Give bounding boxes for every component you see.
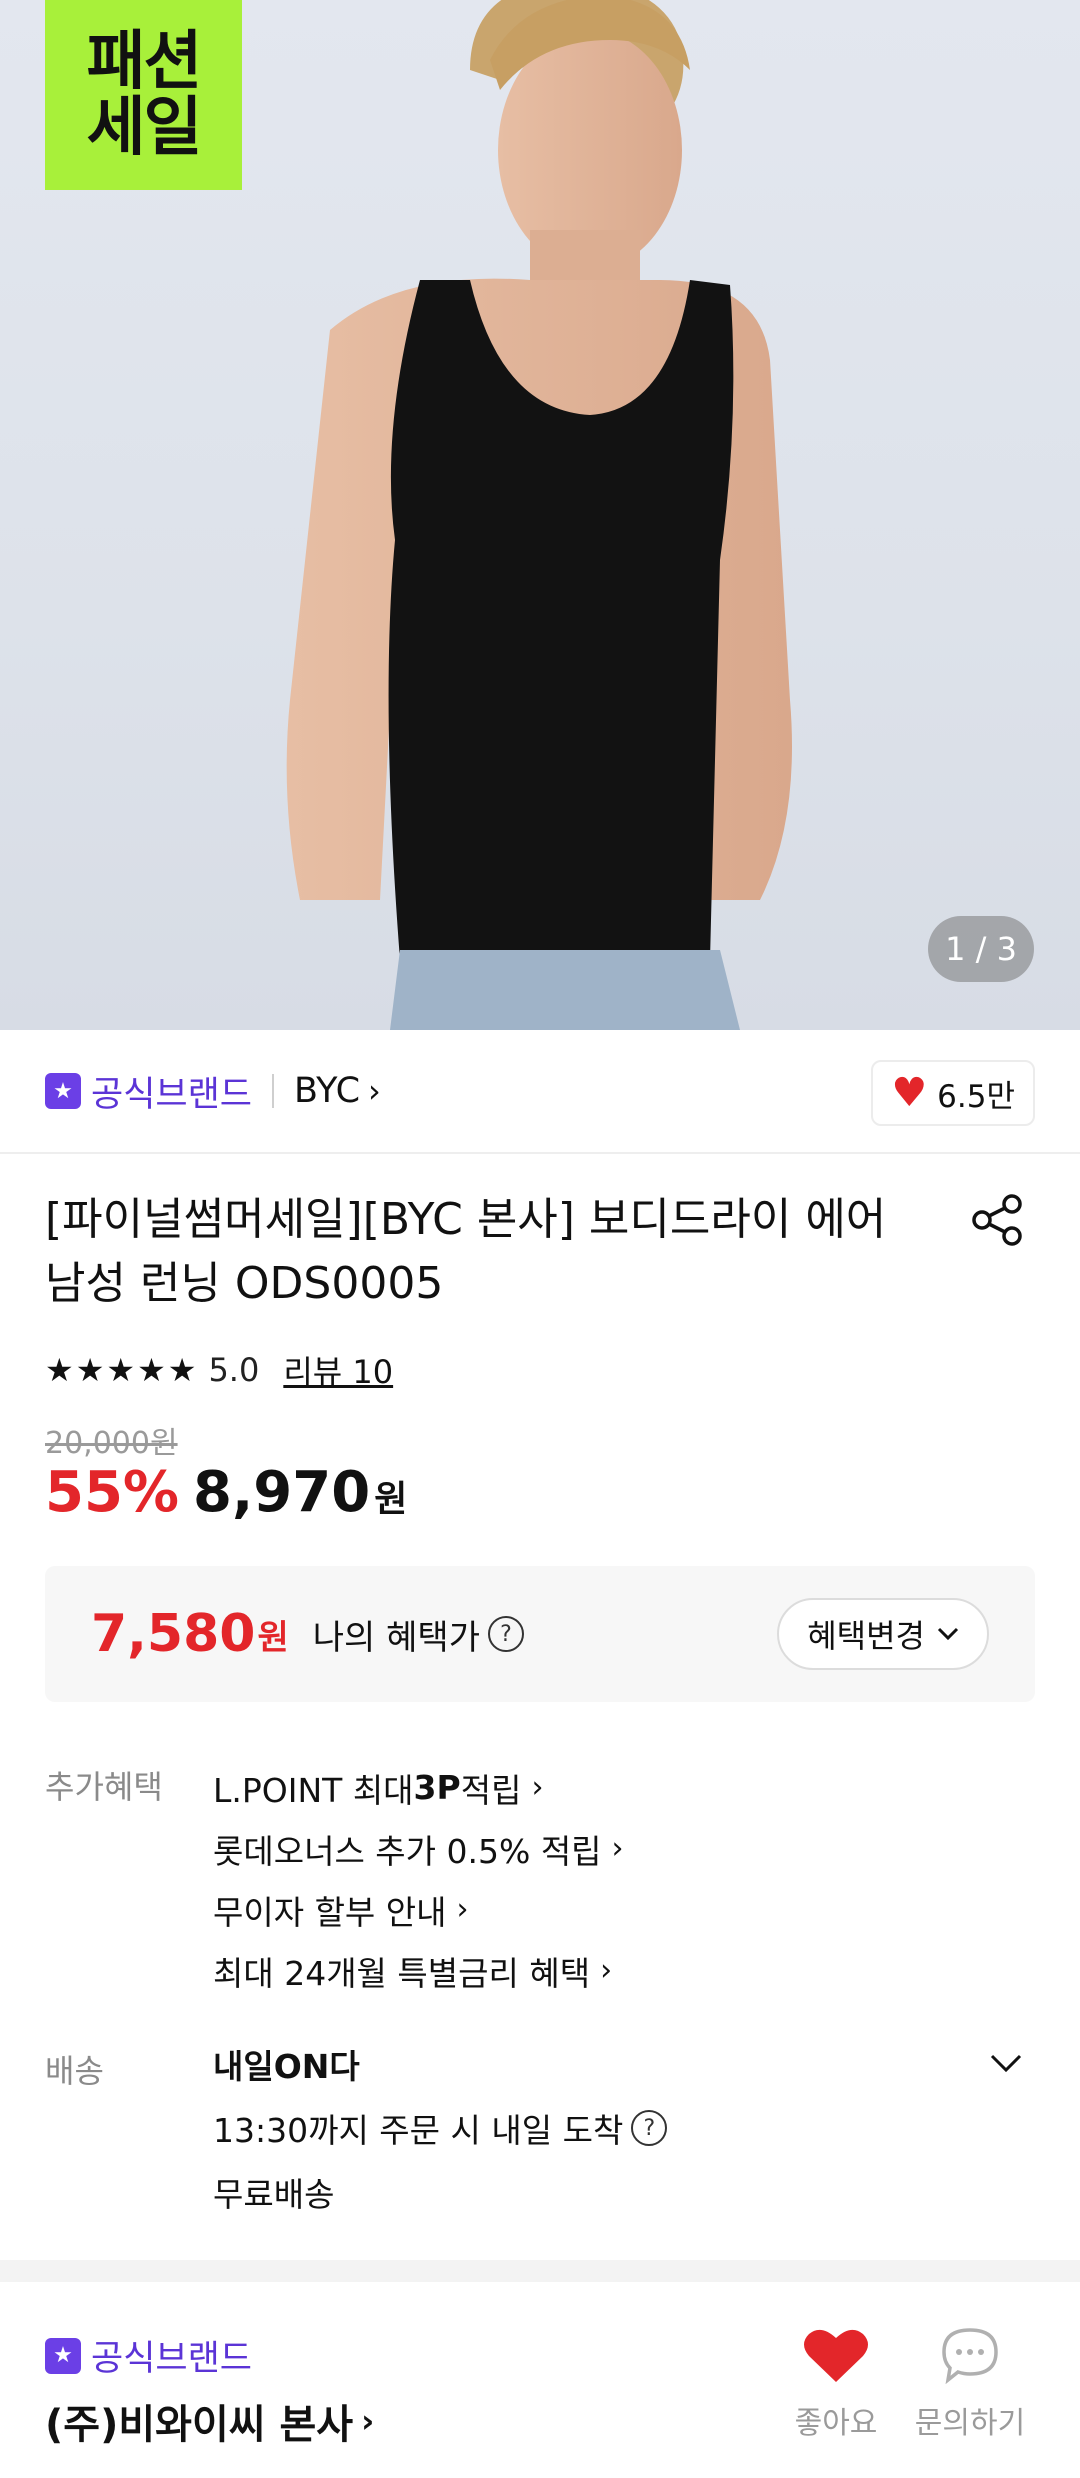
- brand-row: ★ 공식브랜드 BYC › ♥ 6.5만: [0, 1030, 1080, 1154]
- like-count: 6.5만: [937, 1078, 1015, 1115]
- lpoint-text: L.POINT 최대: [213, 1770, 414, 1810]
- product-title-line-2: 남성 런닝 ODS0005: [45, 1258, 444, 1309]
- lpoint-points: 3P: [413, 1768, 461, 1807]
- review-link[interactable]: 리뷰 10: [283, 1347, 393, 1393]
- discount-rate: 55%: [45, 1460, 180, 1525]
- extra-benefit-installment[interactable]: 무이자 할부 안내 ›: [213, 1879, 624, 1940]
- change-benefit-button[interactable]: 혜택변경: [777, 1598, 989, 1670]
- chevron-right-icon: ›: [368, 1072, 381, 1110]
- store-name: (주)비와이씨 본사: [45, 2402, 354, 2448]
- extra-benefit-lpoint[interactable]: L.POINT 최대 3P 적립 ›: [213, 1757, 624, 1818]
- lpoint-suffix: 적립: [460, 1770, 522, 1810]
- extra-benefit-lotte-owners[interactable]: 롯데오너스 추가 0.5% 적립 ›: [213, 1818, 624, 1879]
- image-page-counter: 1 / 3: [928, 916, 1034, 982]
- official-brand-label: 공식브랜드: [91, 2339, 253, 2379]
- shipping-arrival-text: 13:30까지 주문 시 내일 도착: [213, 2111, 624, 2150]
- heart-icon: [804, 2329, 868, 2382]
- original-price: 20,000원: [45, 1426, 178, 1461]
- benefit-currency: 원: [257, 1617, 289, 1658]
- chevron-right-icon: ›: [456, 1892, 469, 1927]
- shipping-label: 배송: [45, 2052, 104, 2090]
- star-rating-icon: ★★★★★: [45, 1351, 199, 1389]
- heart-icon: ♥: [891, 1070, 928, 1116]
- help-icon[interactable]: ?: [631, 2110, 668, 2146]
- divider: [272, 1074, 275, 1108]
- chevron-right-icon: ›: [531, 1770, 544, 1805]
- chevron-right-icon: ›: [611, 1831, 624, 1866]
- change-benefit-label: 혜택변경: [807, 1617, 925, 1655]
- like-button[interactable]: ♥ 6.5만: [871, 1060, 1035, 1126]
- chevron-right-icon: ›: [361, 2402, 375, 2440]
- free-shipping-text: 무료배송: [213, 2175, 335, 2214]
- store-like-button[interactable]: 좋아요: [766, 2326, 906, 2442]
- shipping-arrival-row: 13:30까지 주문 시 내일 도착 ?: [213, 2104, 668, 2152]
- product-title-line-1: [파이널썸머세일][BYC 본사] 보디드라이 에어: [45, 1194, 887, 1245]
- benefit-price: 7,580: [91, 1604, 256, 1664]
- benefit-label: 나의 혜택가: [312, 1617, 480, 1658]
- my-benefit-price-box: 7,580 원 나의 혜택가 ? 혜택변경: [45, 1566, 1035, 1702]
- extra-benefit-special-rate[interactable]: 최대 24개월 특별금리 혜택 ›: [213, 1940, 624, 2001]
- currency-unit: 원: [374, 1479, 408, 1520]
- extra-benefits-list: L.POINT 최대 3P 적립 › 롯데오너스 추가 0.5% 적립 › 무이…: [213, 1757, 624, 2001]
- extra-benefits-label: 추가혜택: [45, 1768, 163, 1806]
- official-brand-label: 공식브랜드: [91, 1074, 253, 1115]
- official-brand-star-icon: ★: [45, 2337, 81, 2374]
- product-image-gallery[interactable]: 패션 세일 1 / 3: [0, 0, 1080, 1030]
- fashion-sale-badge: 패션 세일: [45, 0, 242, 190]
- inquiry-button[interactable]: 문의하기: [900, 2326, 1040, 2442]
- store-name-link[interactable]: (주)비와이씨 본사 ›: [45, 2392, 374, 2450]
- section-divider: [0, 2260, 1080, 2282]
- sale-price: 8,970: [193, 1460, 371, 1525]
- chevron-down-icon: [937, 1627, 959, 1641]
- chevron-right-icon: ›: [600, 1953, 613, 1988]
- chevron-down-icon[interactable]: [986, 2048, 1026, 2078]
- chat-bubble-icon: [942, 2328, 998, 2385]
- badge-line-1: 패션: [86, 25, 203, 99]
- rating-row: ★★★★★ 5.0 리뷰 10: [45, 1348, 393, 1392]
- inquiry-label: 문의하기: [914, 2406, 1026, 2441]
- product-title: [파이널썸머세일][BYC 본사] 보디드라이 에어 남성 런닝 ODS0005: [45, 1188, 925, 1316]
- share-icon[interactable]: [968, 1190, 1028, 1250]
- store-official-brand: ★ 공식브랜드: [45, 2330, 252, 2381]
- shipping-title: 내일ON다: [213, 2047, 360, 2086]
- store-like-label: 좋아요: [794, 2406, 878, 2441]
- help-icon[interactable]: ?: [487, 1616, 524, 1652]
- lotte-owners-text: 롯데오너스 추가 0.5% 적립: [213, 1831, 602, 1871]
- badge-line-2: 세일: [86, 91, 203, 165]
- price-row: 55% 8,970 원: [45, 1460, 407, 1525]
- official-brand-star-icon: ★: [45, 1073, 81, 1109]
- rating-value: 5.0: [208, 1351, 260, 1389]
- brand-name-link[interactable]: BYC: [294, 1071, 360, 1111]
- special-rate-text: 최대 24개월 특별금리 혜택: [213, 1953, 591, 1993]
- installment-text: 무이자 할부 안내: [213, 1892, 447, 1932]
